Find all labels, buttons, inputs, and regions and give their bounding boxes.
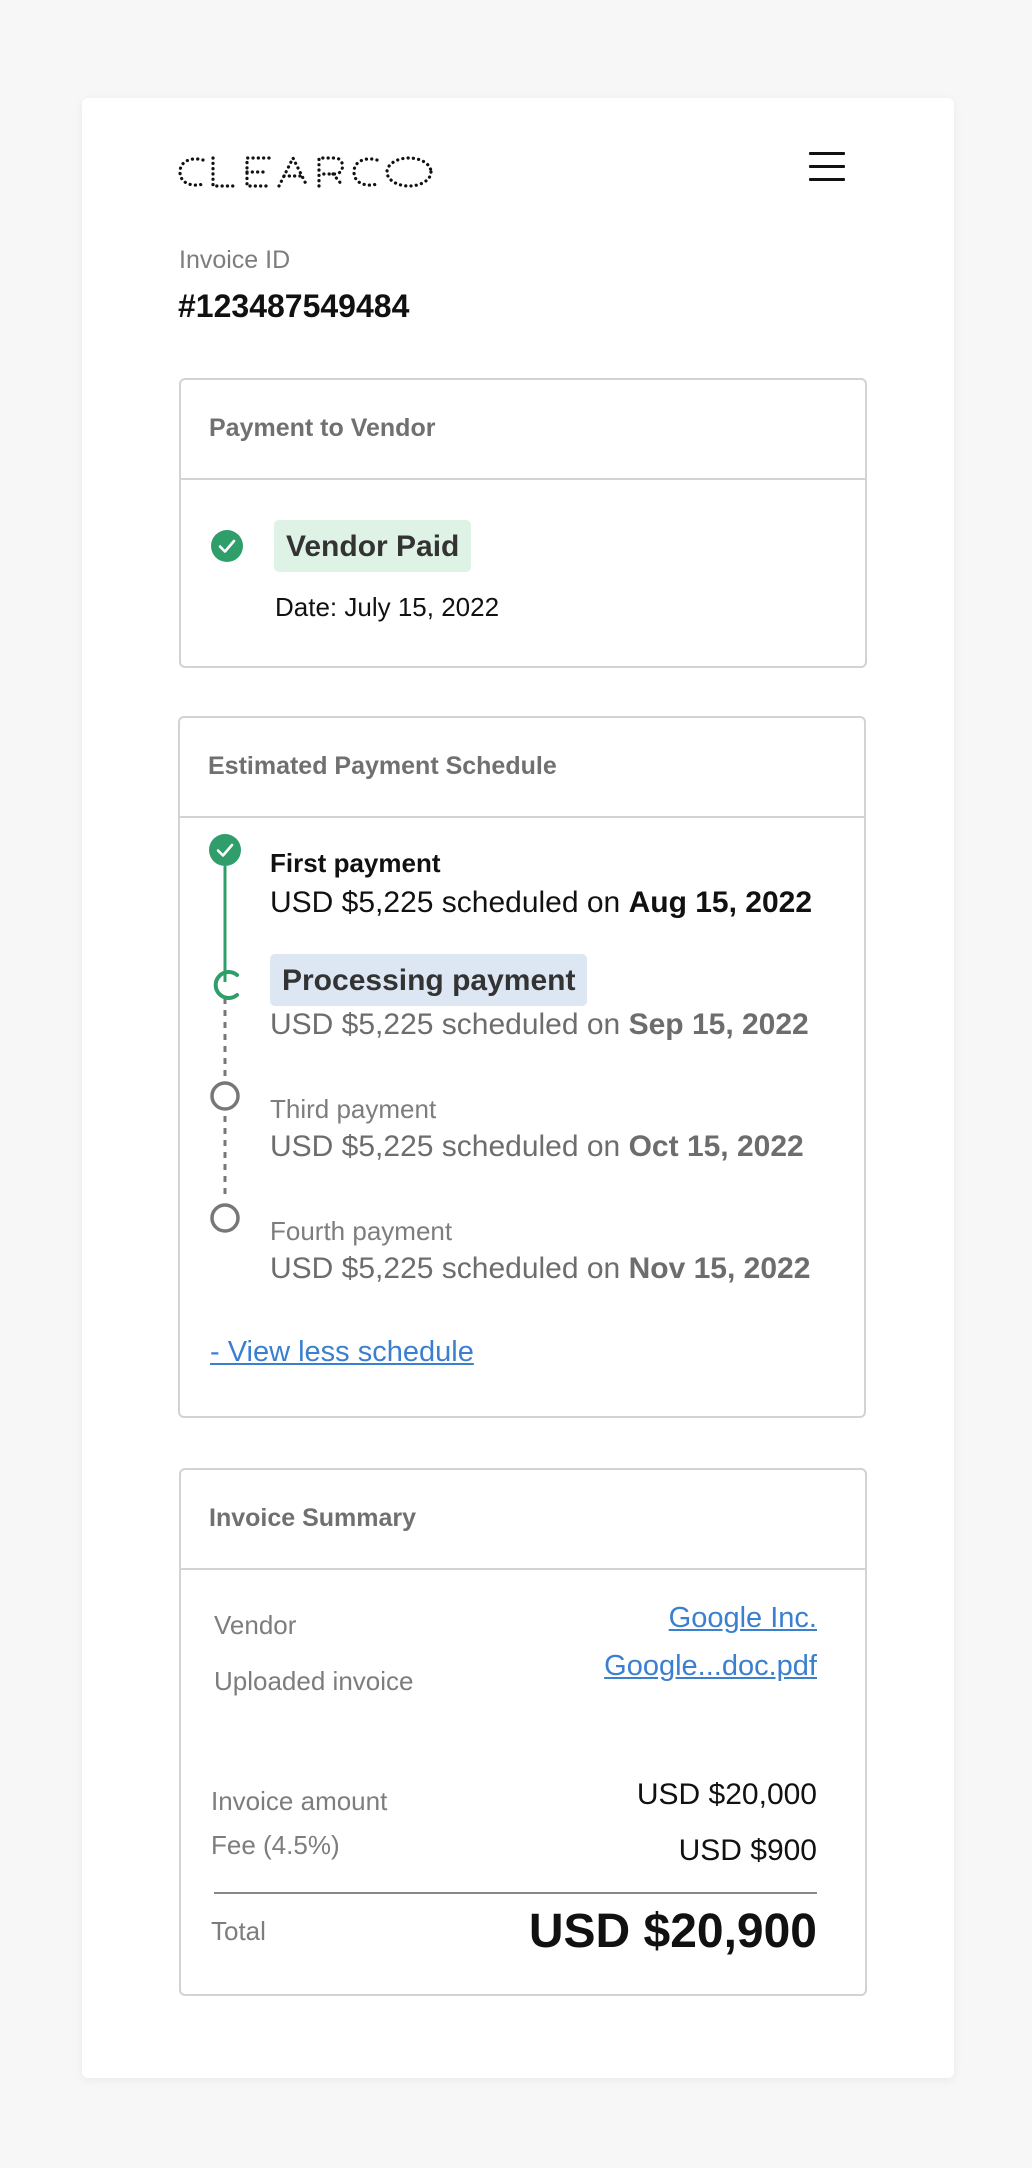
schedule-amount: USD $5,225 scheduled on [270, 1008, 629, 1041]
vendor-paid-badge: Vendor Paid [274, 520, 472, 572]
payment-to-vendor-panel: Payment to Vendor Vendor Paid Date: July… [179, 378, 867, 668]
clearco-logo [178, 154, 433, 188]
fee-label: Fee (4.5%) [211, 1830, 340, 1860]
payment-schedule-panel: Estimated Payment Schedule First payment… [178, 716, 866, 1418]
third-payment-title: Third payment [270, 1094, 437, 1124]
fourth-payment-title: Fourth payment [270, 1216, 453, 1246]
vendor-link[interactable]: Google Inc. [669, 1602, 817, 1635]
first-payment-title: First payment [270, 848, 441, 878]
processing-payment-badge: Processing payment [270, 954, 588, 1006]
check-circle-icon [209, 834, 241, 866]
view-less-schedule-link[interactable]: - View less schedule [210, 1336, 474, 1369]
schedule-date: Sep 15, 2022 [628, 1008, 809, 1041]
uploaded-invoice-label: Uploaded invoice [214, 1666, 414, 1696]
schedule-item: USD $5,225 scheduled on Nov 15, 2022 [270, 1252, 810, 1286]
invoice-detail-card: Invoice ID #123487549484 Payment to Vend… [82, 98, 954, 2078]
invoice-amount-label: Invoice amount [211, 1786, 388, 1816]
fee-value: USD $900 [678, 1834, 817, 1867]
schedule-date: Nov 15, 2022 [628, 1252, 811, 1285]
schedule-date: Oct 15, 2022 [628, 1130, 804, 1163]
uploaded-invoice-link[interactable]: Google...doc.pdf [604, 1650, 817, 1683]
schedule-amount: USD $5,225 scheduled on [270, 1252, 629, 1285]
schedule-item: USD $5,225 scheduled on Aug 15, 2022 [270, 886, 812, 920]
total-value: USD $20,900 [528, 1905, 817, 1958]
summary-divider [214, 1892, 817, 1894]
upcoming-circle-icon [210, 1203, 240, 1233]
invoice-amount-value: USD $20,000 [636, 1778, 817, 1811]
vendor-label: Vendor [214, 1610, 297, 1640]
schedule-amount: USD $5,225 scheduled on [270, 1130, 629, 1163]
schedule-timeline [209, 834, 241, 1233]
hamburger-menu-icon[interactable] [809, 152, 847, 188]
vendor-paid-date: Date: July 15, 2022 [275, 592, 500, 622]
schedule-date: Aug 15, 2022 [628, 886, 813, 919]
invoice-id-value: #123487549484 [178, 288, 410, 324]
check-circle-icon [211, 530, 243, 562]
schedule-amount: USD $5,225 scheduled on [270, 886, 629, 919]
payment-to-vendor-title: Payment to Vendor [181, 380, 865, 480]
total-label: Total [211, 1916, 266, 1946]
upcoming-circle-icon [210, 1081, 240, 1111]
schedule-item: USD $5,225 scheduled on Sep 15, 2022 [270, 1008, 809, 1042]
invoice-summary-panel: Invoice Summary Vendor Google Inc. Uploa… [179, 1468, 867, 1996]
invoice-summary-title: Invoice Summary [181, 1470, 865, 1570]
invoice-id-label: Invoice ID [179, 246, 291, 274]
schedule-item: USD $5,225 scheduled on Oct 15, 2022 [270, 1130, 804, 1164]
